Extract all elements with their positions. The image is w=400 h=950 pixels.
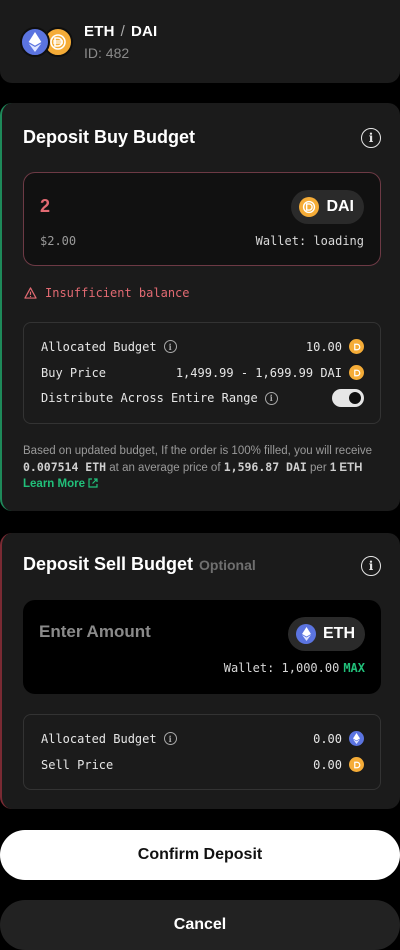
- distribute-label: Distribute Across Entire Range: [41, 391, 258, 405]
- buy-price-label: Buy Price: [41, 365, 107, 380]
- info-icon[interactable]: i: [163, 732, 177, 745]
- dai-icon: [349, 757, 364, 772]
- external-link-icon: [88, 478, 98, 488]
- info-icon[interactable]: i: [361, 128, 381, 148]
- info-icon[interactable]: i: [264, 391, 278, 405]
- sell-price-row: Sell Price 0.00: [41, 757, 364, 772]
- sell-title-text: Deposit Sell Budget: [23, 554, 194, 574]
- buy-budget-section: Deposit Buy Budget i 2 DAI $2.00 Wallet:…: [0, 103, 400, 511]
- sell-wallet-text: Wallet: 1,000.00: [223, 661, 340, 675]
- sell-wallet-balance: Wallet: 1,000.00 MAX: [224, 661, 365, 675]
- sell-token-label: ETH: [323, 625, 355, 642]
- confirm-deposit-button[interactable]: Confirm Deposit: [0, 830, 400, 880]
- sell-price-value: 0.00: [313, 757, 342, 772]
- buy-section-title: Deposit Buy Budget: [23, 127, 196, 147]
- allocated-budget-value: 0.00: [313, 731, 342, 746]
- buy-amount-input[interactable]: 2: [40, 196, 50, 217]
- summary-unit: 1 ETH: [329, 462, 363, 474]
- buy-token-selector[interactable]: DAI: [291, 190, 364, 224]
- sell-details-box: Allocated Budget i 0.00 Sell Price 0.00: [23, 714, 381, 790]
- summary-mid: at an average price of: [106, 462, 224, 474]
- sell-token-selector[interactable]: ETH: [288, 617, 365, 651]
- learn-more-label: Learn More: [23, 478, 85, 490]
- info-icon[interactable]: i: [163, 340, 177, 353]
- buy-amount-box: 2 DAI $2.00 Wallet: loading: [23, 172, 381, 266]
- warning-icon: [24, 287, 37, 299]
- dai-icon: [349, 339, 364, 354]
- sell-section-title: Deposit Sell Budget Optional: [23, 554, 256, 575]
- buy-summary-text: Based on updated budget, If the order is…: [23, 443, 381, 492]
- summary-pre: Based on updated budget, If the order is…: [23, 445, 373, 457]
- pair-quote: DAI: [130, 23, 158, 40]
- summary-post: per: [306, 462, 330, 474]
- allocated-budget-label: Allocated Budget: [41, 339, 157, 354]
- sell-allocated-row: Allocated Budget i 0.00: [41, 731, 364, 746]
- pair-base: ETH: [84, 23, 115, 40]
- strategy-id: ID: 482: [84, 45, 130, 61]
- summary-average-price: 1,596.87 DAI: [223, 460, 307, 474]
- pair-header: ETH / DAI ID: 482: [0, 0, 400, 83]
- optional-tag: Optional: [199, 557, 256, 573]
- buy-token-label: DAI: [326, 198, 354, 215]
- pair-name: ETH / DAI: [84, 23, 157, 40]
- buy-fiat-value: $2.00: [40, 234, 77, 248]
- buy-details-box: Allocated Budget i 10.00 Buy Price 1,499.…: [23, 322, 381, 424]
- sell-price-label: Sell Price: [41, 757, 114, 772]
- max-button[interactable]: MAX: [343, 661, 365, 675]
- buy-price-value: 1,499.99 - 1,699.99 DAI: [175, 365, 342, 380]
- learn-more-link[interactable]: Learn More: [23, 478, 98, 490]
- eth-icon: [20, 27, 50, 57]
- cancel-button[interactable]: Cancel: [0, 900, 400, 950]
- buy-price-row: Buy Price 1,499.99 - 1,699.99 DAI: [41, 365, 364, 380]
- dai-icon: [299, 197, 320, 217]
- sell-budget-section: Deposit Sell Budget Optional i Enter Amou…: [0, 533, 400, 809]
- pair-separator: /: [120, 23, 125, 40]
- distribute-toggle[interactable]: [332, 389, 364, 407]
- dai-icon: [349, 365, 364, 380]
- eth-icon: [349, 731, 364, 746]
- summary-receive-amount: 0.007514 ETH: [23, 460, 107, 474]
- warning-text: Insufficient balance: [45, 286, 190, 300]
- sell-amount-box: Enter Amount ETH Wallet: 1,000.00 MAX: [23, 600, 381, 694]
- insufficient-balance-warning: Insufficient balance: [24, 286, 190, 300]
- allocated-budget-value: 10.00: [305, 339, 342, 354]
- eth-icon: [296, 624, 316, 644]
- sell-amount-input[interactable]: Enter Amount: [39, 622, 151, 642]
- distribute-row: Distribute Across Entire Range i: [41, 389, 364, 407]
- info-icon[interactable]: i: [361, 556, 381, 576]
- buy-wallet-balance: Wallet: loading: [255, 234, 364, 248]
- buy-allocated-row: Allocated Budget i 10.00: [41, 339, 364, 354]
- allocated-budget-label: Allocated Budget: [41, 731, 157, 746]
